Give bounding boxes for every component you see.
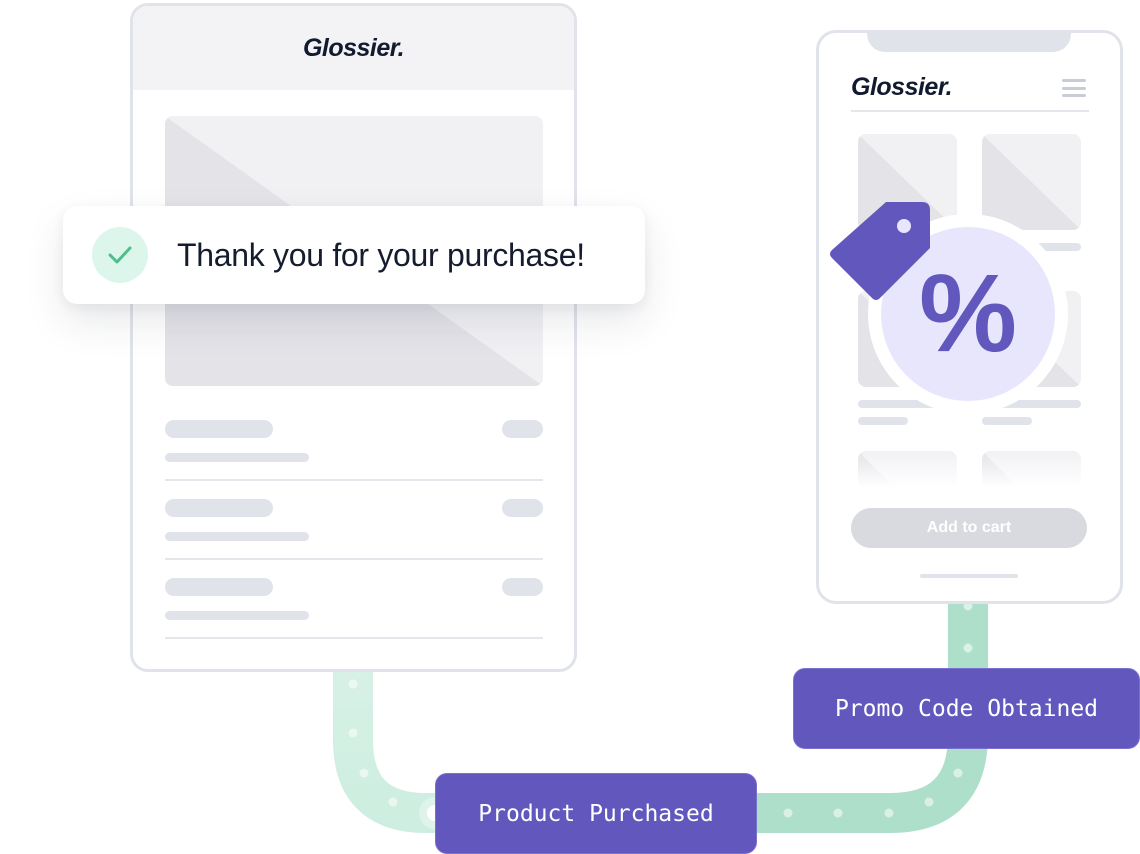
product-price-placeholder [858, 417, 908, 425]
item-title-placeholder [165, 420, 273, 438]
item-price-placeholder [502, 499, 543, 517]
purchase-confirmation-toast: Thank you for your purchase! [63, 206, 645, 304]
item-subtitle-placeholder [165, 453, 309, 462]
item-subtitle-placeholder [165, 611, 309, 620]
phone-header-divider [851, 110, 1089, 112]
email-brand-logo: Glossier. [302, 33, 405, 62]
phone-notch [867, 33, 1071, 52]
connector-left [333, 660, 440, 833]
item-divider [165, 558, 543, 560]
price-tag-icon [830, 202, 930, 300]
item-title-placeholder [165, 578, 273, 596]
home-indicator [920, 574, 1018, 578]
percent-icon: % [919, 252, 1017, 375]
event-product-purchased: Product Purchased [435, 773, 757, 854]
event-promo-code-obtained: Promo Code Obtained [793, 668, 1140, 749]
email-header: Glossier. [133, 6, 574, 90]
toast-message: Thank you for your purchase! [177, 236, 585, 273]
item-subtitle-placeholder [165, 532, 309, 541]
item-price-placeholder [502, 420, 543, 438]
product-image-placeholder[interactable] [982, 451, 1081, 487]
add-to-cart-button[interactable]: Add to cart [851, 508, 1087, 548]
product-image-placeholder[interactable] [982, 134, 1081, 230]
item-price-placeholder [502, 578, 543, 596]
item-divider [165, 637, 543, 639]
hamburger-icon[interactable] [1062, 79, 1086, 97]
product-image-placeholder[interactable] [858, 451, 957, 487]
email-mockup: Glossier. [130, 3, 577, 672]
product-price-placeholder [982, 417, 1032, 425]
item-divider [165, 479, 543, 481]
phone-brand-logo: Glossier. [851, 73, 953, 101]
item-title-placeholder [165, 499, 273, 517]
check-icon [92, 227, 148, 283]
